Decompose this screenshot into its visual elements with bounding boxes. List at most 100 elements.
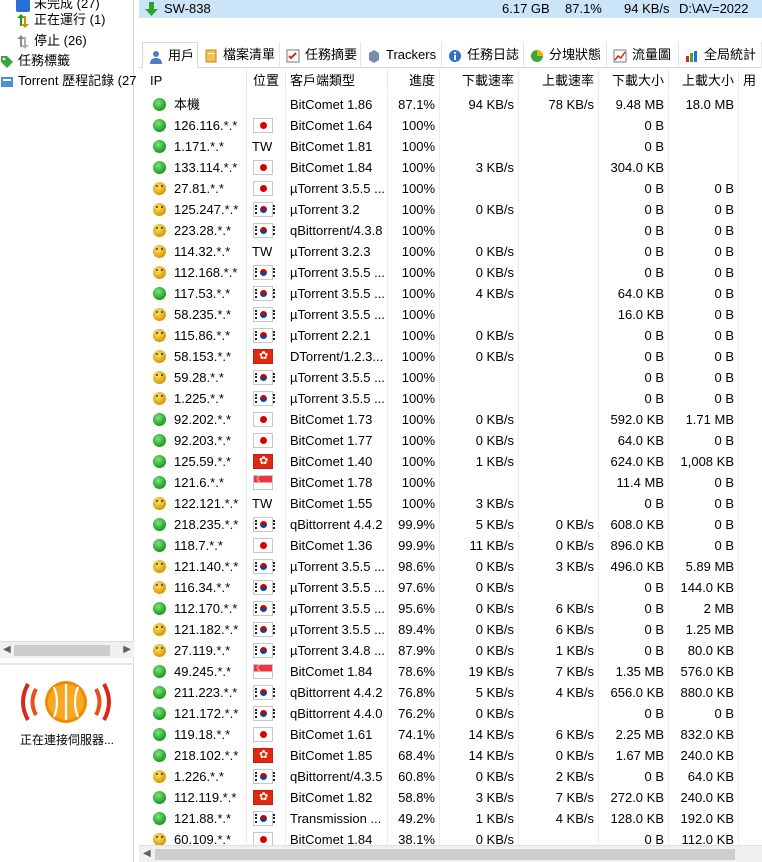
column-header-location[interactable]: 位置	[247, 70, 286, 92]
table-row[interactable]: 49.245.*.* BitComet 1.8478.6%19 KB/s7 KB/…	[144, 661, 762, 682]
tab-traffic-graph[interactable]: 流量圖	[607, 42, 679, 68]
peer-download-rate: 14 KB/s	[440, 724, 519, 745]
peer-location	[247, 766, 286, 787]
scroll-right-icon[interactable]: ▶	[123, 644, 131, 655]
sidebar-item-history[interactable]: Torrent 歷程記錄 (27	[0, 71, 136, 91]
table-row[interactable]: 118.7.*.* BitComet 1.36 99.9% 11 KB/s 0 KB/s…	[144, 535, 762, 556]
sidebar-item-running[interactable]: 正在運行 (1)	[16, 10, 106, 30]
table-row[interactable]: 119.18.*.* BitComet 1.61 74.1% 14 KB/s 6 KB/…	[144, 724, 762, 745]
peer-client: DTorrent/1.2.3...	[286, 346, 388, 367]
table-row[interactable]: 122.121.*.* TW BitComet 1.55 100% 3 KB/s 0 B0…	[144, 493, 762, 514]
table-row[interactable]: 116.34.*.* µTorrent 3.5.5 ... 97.6% 0 KB/s 0…	[144, 577, 762, 598]
peer-client: BitComet 1.84	[286, 661, 388, 682]
tab-pieces[interactable]: 分塊狀態	[524, 42, 607, 68]
peer-location: TW	[247, 136, 286, 157]
table-row[interactable]: 1.225.*.* µTorrent 3.5.5 ... 100% 0 B0 B	[144, 388, 762, 409]
table-row[interactable]: 1.226.*.* qBittorrent/4.3.5 60.8% 0 KB/s 2 K…	[144, 766, 762, 787]
peer-download-size: 592.0 KB	[599, 409, 669, 430]
table-row[interactable]: 133.114.*.* BitComet 1.84 100% 3 KB/s 304.0 …	[144, 157, 762, 178]
peer-client: µTorrent 3.5.5 ...	[286, 577, 388, 598]
table-row[interactable]: 121.182.*.* µTorrent 3.5.5 ... 89.4% 0 KB/s…	[144, 619, 762, 640]
peer-upload-size: 0 B	[669, 220, 739, 241]
tab-global-stats[interactable]: 全局統計	[679, 42, 762, 68]
panel-divider[interactable]	[0, 663, 134, 665]
peer-choked-icon	[153, 497, 166, 510]
scrollbar-thumb[interactable]	[155, 849, 735, 860]
peer-client: µTorrent 3.5.5 ...	[286, 367, 388, 388]
flag-kr-icon	[253, 202, 275, 217]
table-row[interactable]: 115.86.*.* µTorrent 2.2.1 100% 0 KB/s 0 B0 B	[144, 325, 762, 346]
peer-ip: 126.116.*.*	[144, 115, 247, 136]
table-row[interactable]: 121.6.*.* BitComet 1.78100% 11.4 MB0 B	[144, 472, 762, 493]
selected-torrent-row[interactable]: SW-838 6.17 GB 87.1% 94 KB/s D:\AV=2022	[139, 0, 762, 18]
table-row[interactable]: 121.140.*.* µTorrent 3.5.5 ... 98.6% 0 KB/s…	[144, 556, 762, 577]
scroll-left-icon[interactable]: ◀	[143, 848, 151, 859]
table-row[interactable]: 27.81.*.* µTorrent 3.5.5 ... 100% 0 B0 B	[144, 178, 762, 199]
table-row[interactable]: 92.202.*.* BitComet 1.73 100% 0 KB/s 592.0 K…	[144, 409, 762, 430]
tab-summary[interactable]: 任務摘要	[280, 42, 361, 68]
table-row[interactable]: 本機 BitComet 1.86 87.1% 94 KB/s 78 KB/s 9.48 M…	[144, 94, 762, 115]
table-row[interactable]: 58.153.*.* DTorrent/1.2.3...100%0 KB/s 0 B…	[144, 346, 762, 367]
table-row[interactable]: 59.28.*.* µTorrent 3.5.5 ... 100% 0 B0 B	[144, 367, 762, 388]
peer-upload-rate	[519, 304, 599, 325]
sidebar-item-tags[interactable]: 任務標籤	[0, 51, 70, 71]
table-row[interactable]: 211.223.*.* qBittorrent 4.4.2 76.8% 5 KB/s 4…	[144, 682, 762, 703]
table-row[interactable]: 92.203.*.* BitComet 1.77 100% 0 KB/s 64.0 KB…	[144, 430, 762, 451]
table-row[interactable]: 58.235.*.* µTorrent 3.5.5 ... 100% 16.0 KB 0…	[144, 304, 762, 325]
peer-location	[247, 556, 286, 577]
flag-kr-icon	[253, 223, 275, 238]
peer-connected-icon	[153, 518, 166, 531]
column-header-ip[interactable]: IP	[144, 70, 247, 92]
table-row[interactable]: 125.247.*.* µTorrent 3.2 100% 0 KB/s 0 B0 B	[144, 199, 762, 220]
peer-upload-rate: 2 KB/s	[519, 766, 599, 787]
peer-connected-icon	[153, 665, 166, 678]
peer-download-size: 64.0 KB	[599, 283, 669, 304]
sidebar-horizontal-scrollbar[interactable]: ◀ ▶	[0, 641, 134, 658]
column-header-download-rate[interactable]: 下載速率	[440, 70, 519, 92]
peer-upload-rate	[519, 241, 599, 262]
column-header-upload-rate[interactable]: 上載速率	[519, 70, 599, 92]
scroll-left-icon[interactable]: ◀	[3, 644, 11, 655]
table-row[interactable]: 112.168.*.* µTorrent 3.5.5 ... 100% 0 KB/s 0…	[144, 262, 762, 283]
column-header-more[interactable]: 用	[739, 70, 762, 92]
peer-progress: 74.1%	[388, 724, 440, 745]
table-row[interactable]: 223.28.*.* qBittorrent/4.3.8 100% 0 B0 B	[144, 220, 762, 241]
history-icon	[1, 76, 13, 87]
table-row[interactable]: 121.88.*.* Transmission ... 49.2% 1 KB/s 4 K…	[144, 808, 762, 829]
column-header-progress[interactable]: 進度	[388, 70, 440, 92]
flag-hk-icon	[253, 454, 273, 469]
peer-progress: 100%	[388, 115, 440, 136]
peer-upload-size: 1.71 MB	[669, 409, 739, 430]
tab-files[interactable]: 檔案清單	[198, 42, 280, 68]
table-row[interactable]: 112.119.*.* BitComet 1.8258.8%3 KB/s7 KB/…	[144, 787, 762, 808]
table-row[interactable]: 114.32.*.* TW µTorrent 3.2.3 100% 0 KB/s 0 B0…	[144, 241, 762, 262]
table-row[interactable]: 126.116.*.* BitComet 1.64 100% 0 B	[144, 115, 762, 136]
table-row[interactable]: 27.119.*.* µTorrent 3.4.8 ... 87.9% 0 KB/s 1…	[144, 640, 762, 661]
peer-location	[247, 514, 286, 535]
peer-upload-size: 0 B	[669, 346, 739, 367]
sidebar-item-stopped[interactable]: 停止 (26)	[16, 31, 87, 51]
tab-trackers[interactable]: Trackers	[361, 42, 442, 68]
peer-progress: 49.2%	[388, 808, 440, 829]
table-row[interactable]: 117.53.*.* µTorrent 3.5.5 ... 100% 4 KB/s 64…	[144, 283, 762, 304]
peer-location: TW	[247, 493, 286, 514]
table-row[interactable]: 125.59.*.* BitComet 1.40100%1 KB/s 624.0 K…	[144, 451, 762, 472]
peer-ip: 92.202.*.*	[144, 409, 247, 430]
tab-log[interactable]: 任務日誌	[442, 42, 524, 68]
table-row[interactable]: 218.235.*.* qBittorrent 4.4.2 99.9% 5 KB/s 0…	[144, 514, 762, 535]
torrent-speed: 94 KB/s	[624, 1, 670, 16]
table-row[interactable]: 1.171.*.* TW BitComet 1.81 100% 0 B	[144, 136, 762, 157]
peer-download-rate	[440, 115, 519, 136]
table-row[interactable]: 121.172.*.* qBittorrent 4.4.0 76.2% 0 KB/s 0…	[144, 703, 762, 724]
peer-ip: 121.6.*.*	[144, 472, 247, 493]
table-horizontal-scrollbar[interactable]: ◀	[139, 845, 762, 862]
column-header-upload-size[interactable]: 上載大小	[669, 70, 739, 92]
peer-download-rate: 3 KB/s	[440, 157, 519, 178]
peer-ip: 211.223.*.*	[144, 682, 247, 703]
column-header-download-size[interactable]: 下載大小	[599, 70, 669, 92]
tab-peers[interactable]: 用戶	[142, 42, 198, 69]
scrollbar-thumb[interactable]	[14, 645, 110, 656]
table-row[interactable]: 112.170.*.* µTorrent 3.5.5 ... 95.6% 0 KB/s…	[144, 598, 762, 619]
table-row[interactable]: 218.102.*.* BitComet 1.8568.4%14 KB/s0 KB…	[144, 745, 762, 766]
column-header-client[interactable]: 客戶端類型	[286, 70, 388, 92]
